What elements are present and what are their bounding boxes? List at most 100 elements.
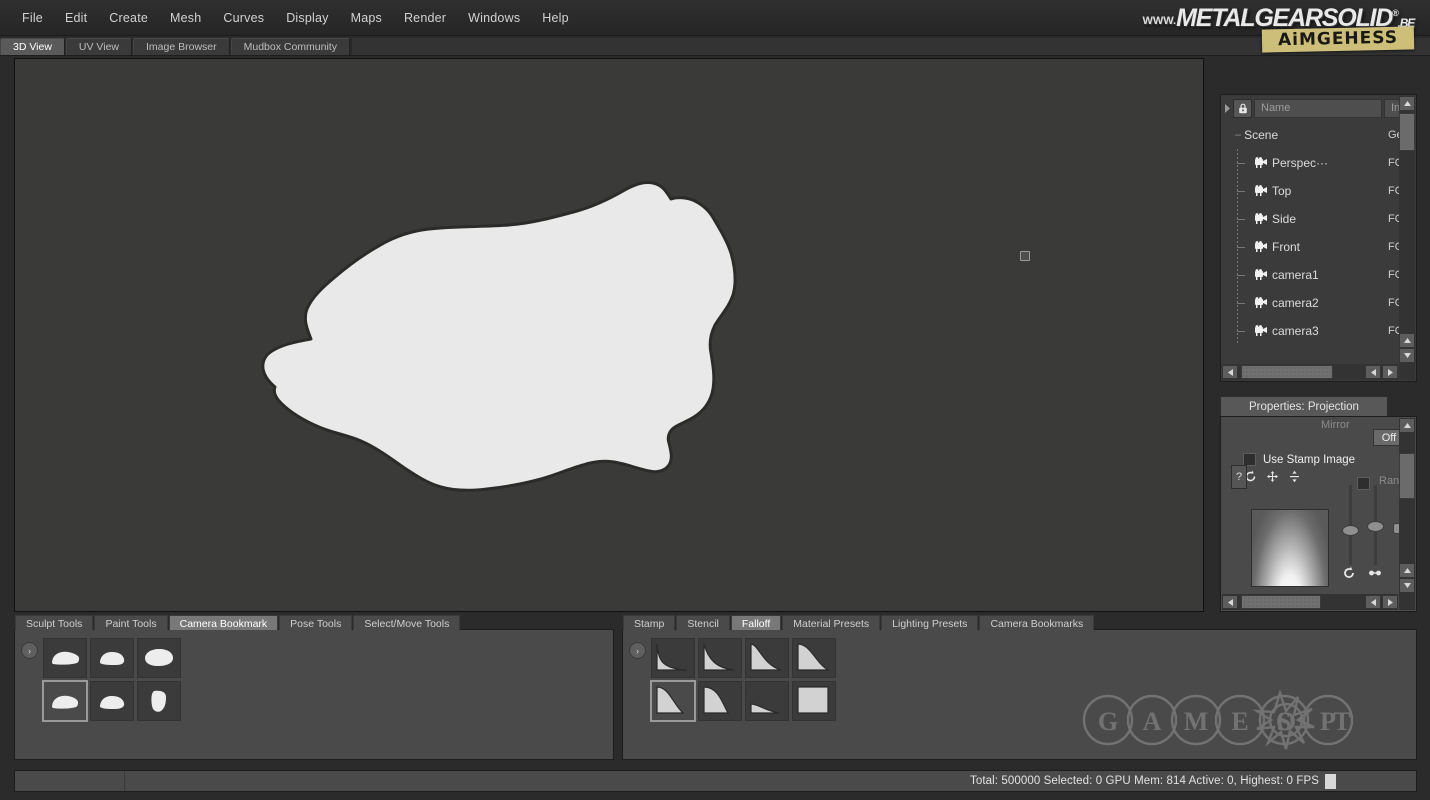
tab-lighting-presets[interactable]: Lighting Presets	[881, 615, 979, 631]
object-list-panel: Name Inf – Scene Ge Perspec··· FO' Top F…	[1220, 94, 1417, 382]
tree-row-label: Top	[1272, 184, 1292, 198]
right-tray-body: ›	[623, 630, 1416, 759]
tree-row-camera2[interactable]: camera2 FO'	[1221, 289, 1416, 317]
falloff-thumb[interactable]	[651, 638, 695, 678]
tab-stencil[interactable]: Stencil	[676, 615, 730, 631]
menu-item-mesh[interactable]: Mesh	[160, 7, 211, 29]
menu-item-curves[interactable]: Curves	[213, 7, 274, 29]
tree-row-perspective[interactable]: Perspec··· FO'	[1221, 149, 1416, 177]
tree-indent-guide	[1227, 261, 1253, 289]
tab-falloff[interactable]: Falloff	[730, 615, 782, 631]
flip-vertical-icon[interactable]	[1287, 469, 1302, 484]
camera-icon	[1253, 297, 1268, 309]
tree-row-label: camera2	[1272, 296, 1319, 310]
object-list-horizontal-scrollbar[interactable]	[1222, 364, 1398, 380]
scroll-thumb[interactable]	[1399, 453, 1415, 499]
tray-expander-button[interactable]: ›	[629, 642, 646, 659]
camera-bookmark-thumb[interactable]	[137, 638, 181, 678]
menu-item-create[interactable]: Create	[99, 7, 158, 29]
tree-expand-toggle-icon[interactable]: –	[1235, 129, 1241, 141]
randomize-checkbox[interactable]	[1357, 477, 1370, 490]
tab-sculpt-tools[interactable]: Sculpt Tools	[15, 615, 94, 631]
watermark-www: WWW.	[1142, 15, 1177, 27]
falloff-thumb[interactable]	[792, 638, 836, 678]
tab-paint-tools[interactable]: Paint Tools	[94, 615, 168, 631]
camera-bookmark-thumb[interactable]	[43, 638, 87, 678]
menu-item-edit[interactable]: Edit	[55, 7, 97, 29]
menu-item-windows[interactable]: Windows	[458, 7, 530, 29]
scroll-thumb-horizontal[interactable]	[1241, 595, 1321, 609]
move-icon[interactable]	[1265, 469, 1280, 484]
scroll-thumb-horizontal[interactable]	[1241, 365, 1333, 379]
slider-knob-1[interactable]	[1342, 525, 1359, 536]
left-tray-body: ›	[15, 630, 613, 759]
scroll-up-button[interactable]	[1399, 418, 1415, 433]
camera-icon	[1253, 325, 1268, 337]
camera-bookmark-thumb[interactable]	[90, 638, 134, 678]
scroll-left-button[interactable]	[1222, 365, 1238, 379]
tab-select-move-tools[interactable]: Select/Move Tools	[353, 615, 461, 631]
scroll-right-button[interactable]	[1382, 595, 1398, 609]
right-tray-tab-bar: Stamp Stencil Falloff Material Presets L…	[623, 613, 1095, 631]
slider-knob-2[interactable]	[1367, 521, 1384, 532]
falloff-thumb[interactable]	[792, 681, 836, 721]
tab-mudbox-community[interactable]: Mudbox Community	[230, 38, 350, 55]
tab-image-browser[interactable]: Image Browser	[133, 38, 230, 55]
scroll-thumb[interactable]	[1399, 113, 1415, 151]
tree-row-label: Front	[1272, 240, 1301, 254]
scroll-left-button-2[interactable]	[1365, 595, 1381, 609]
camera-bookmark-thumb[interactable]	[90, 681, 134, 721]
tree-row-scene[interactable]: – Scene Ge	[1221, 121, 1416, 149]
panel-collapse-arrow-icon[interactable]	[1223, 99, 1231, 118]
tab-pose-tools[interactable]: Pose Tools	[279, 615, 353, 631]
menu-item-maps[interactable]: Maps	[341, 7, 392, 29]
scroll-down-button[interactable]	[1399, 578, 1415, 593]
tree-indent-guide	[1227, 289, 1253, 317]
tab-uv-view[interactable]: UV View	[65, 38, 132, 55]
menu-item-display[interactable]: Display	[276, 7, 338, 29]
status-segment-left	[15, 771, 125, 791]
menu-item-render[interactable]: Render	[394, 7, 456, 29]
scroll-up-button-2[interactable]	[1399, 563, 1415, 578]
properties-vertical-scrollbar[interactable]	[1399, 418, 1415, 610]
stamp-preview[interactable]	[1251, 509, 1329, 587]
stamp-help-button[interactable]: ?	[1231, 465, 1247, 489]
falloff-thumb[interactable]	[698, 681, 742, 721]
scroll-up-button[interactable]	[1399, 96, 1415, 111]
lock-icon[interactable]	[1233, 98, 1252, 118]
tab-stamp[interactable]: Stamp	[623, 615, 676, 631]
tab-3d-view[interactable]: 3D View	[0, 38, 65, 55]
properties-horizontal-scrollbar[interactable]	[1222, 594, 1398, 610]
falloff-thumb[interactable]	[745, 681, 789, 721]
scroll-down-button[interactable]	[1399, 348, 1415, 363]
falloff-thumb-selected[interactable]	[650, 680, 696, 722]
scroll-up-button-2[interactable]	[1399, 333, 1415, 348]
tab-properties-projection[interactable]: Properties: Projection	[1220, 396, 1388, 417]
falloff-thumb[interactable]	[698, 638, 742, 678]
tree-row-camera3[interactable]: camera3 FO'	[1221, 317, 1416, 345]
tree-row-side[interactable]: Side FO'	[1221, 205, 1416, 233]
object-list-vertical-scrollbar[interactable]	[1399, 96, 1415, 380]
scroll-left-button-2[interactable]	[1365, 365, 1381, 379]
tray-expander-button[interactable]: ›	[21, 642, 38, 659]
scroll-left-button[interactable]	[1222, 595, 1238, 609]
use-stamp-image-label: Use Stamp Image	[1263, 453, 1356, 466]
tree-row-label: camera3	[1272, 324, 1319, 338]
tree-row-front[interactable]: Front FO'	[1221, 233, 1416, 261]
menu-item-file[interactable]: File	[12, 7, 53, 29]
camera-bookmark-thumb-selected[interactable]	[42, 680, 88, 722]
column-header-name[interactable]: Name	[1254, 98, 1382, 118]
3d-viewport[interactable]	[14, 58, 1204, 612]
falloff-thumb[interactable]	[745, 638, 789, 678]
tab-material-presets[interactable]: Material Presets	[782, 615, 881, 631]
status-bar: Total: 500000 Selected: 0 GPU Mem: 814 A…	[14, 770, 1417, 792]
camera-bookmark-thumb[interactable]	[137, 681, 181, 721]
tab-camera-bookmarks[interactable]: Camera Bookmarks	[979, 615, 1095, 631]
tab-camera-bookmark[interactable]: Camera Bookmark	[168, 615, 279, 631]
rotate-ccw-icon[interactable]	[1341, 565, 1356, 580]
tree-row-top[interactable]: Top FO'	[1221, 177, 1416, 205]
flip-horizontal-icon[interactable]	[1367, 565, 1382, 580]
tree-row-camera1[interactable]: camera1 FO'	[1221, 261, 1416, 289]
menu-item-help[interactable]: Help	[532, 7, 579, 29]
scroll-right-button[interactable]	[1382, 365, 1398, 379]
